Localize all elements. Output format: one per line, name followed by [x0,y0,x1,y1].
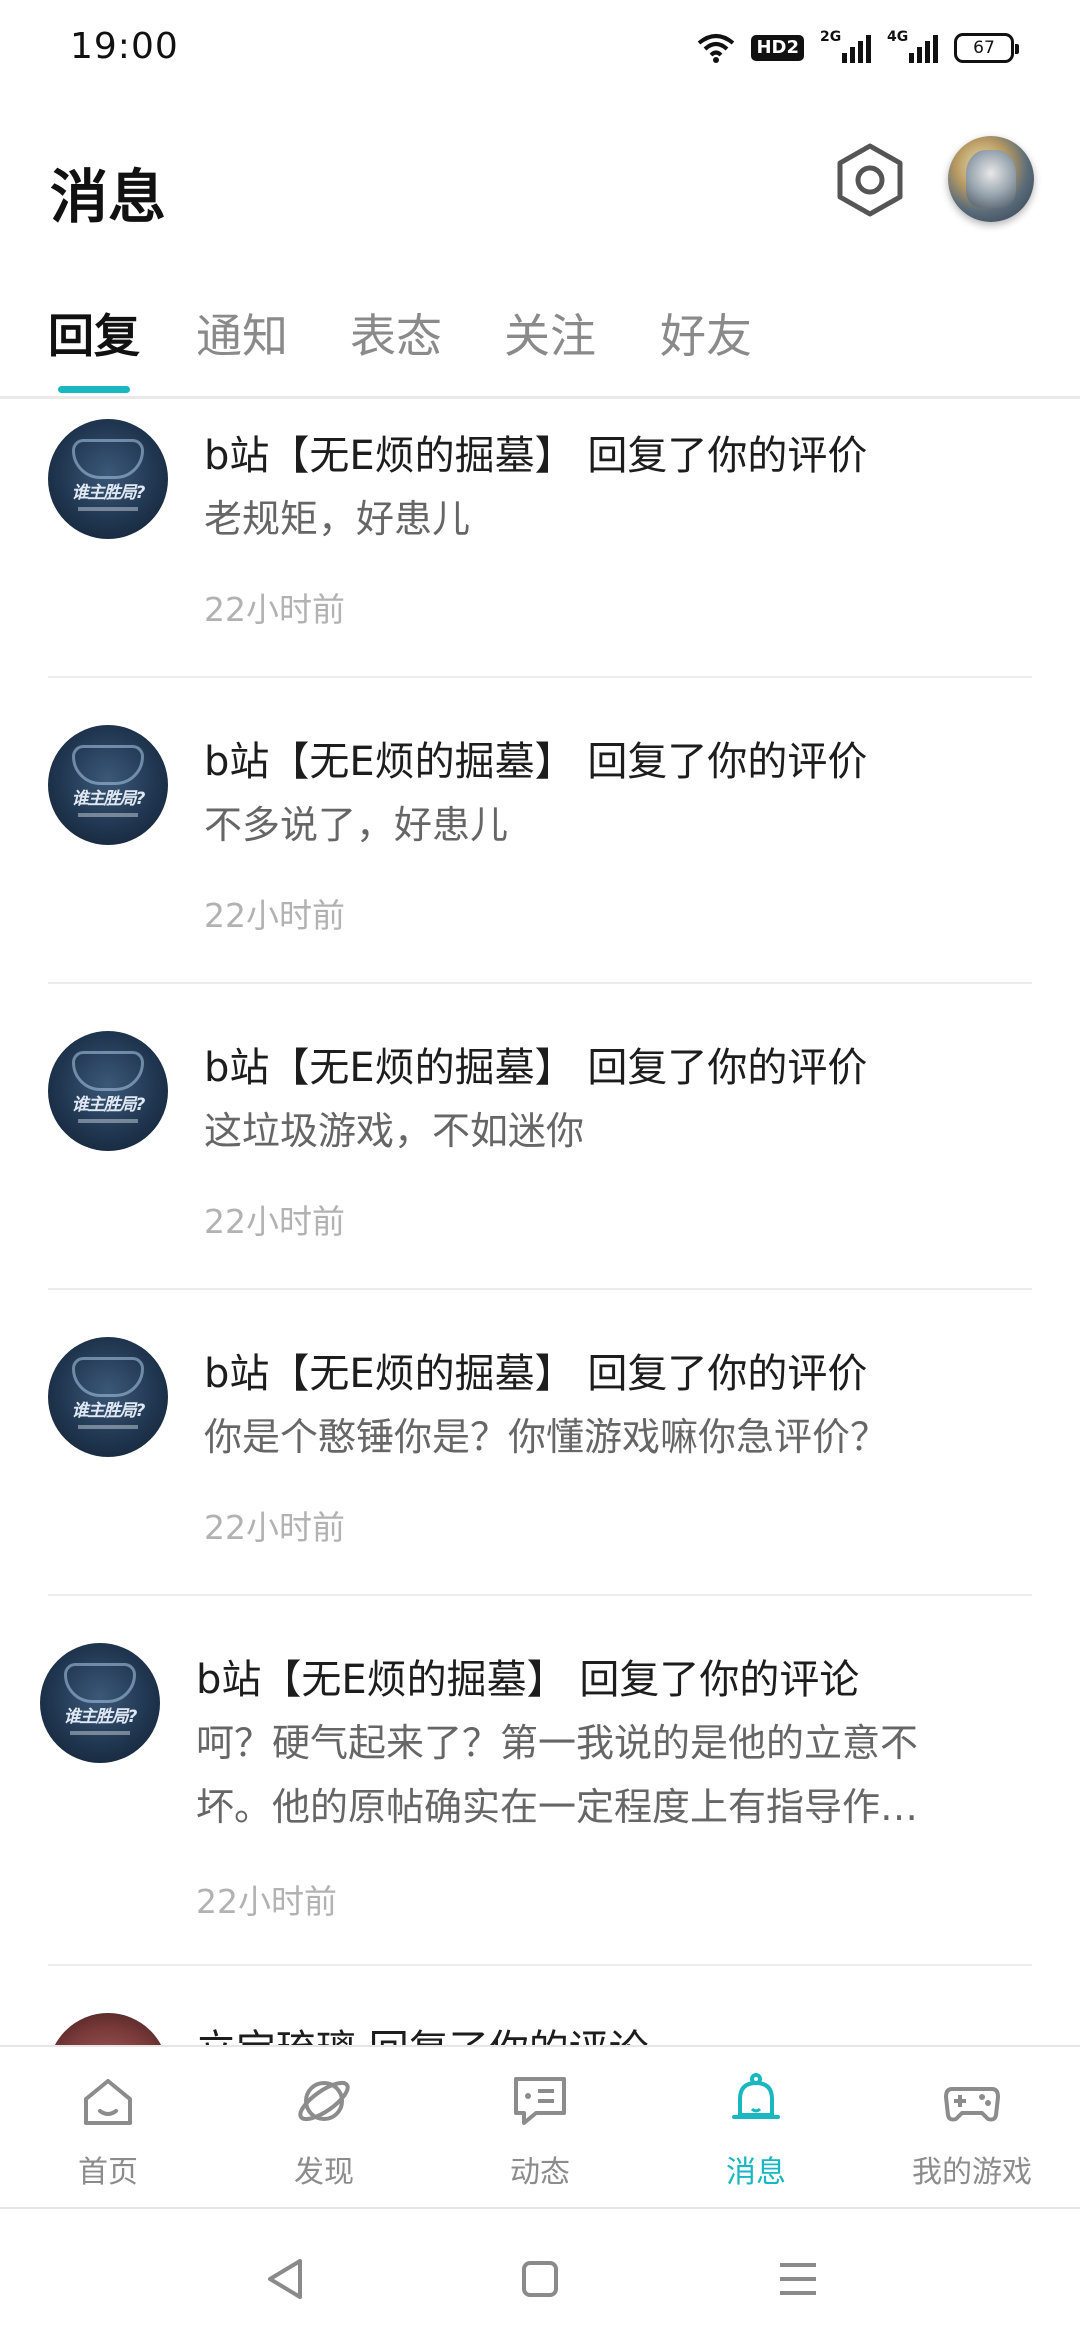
sender-avatar[interactable]: 谁主胜局? [40,1643,160,1763]
sender-avatar[interactable] [48,2013,168,2045]
chat-bubble-icon [514,2077,566,2125]
hd-badge: HD2 [751,35,804,61]
nav-messages[interactable]: 消息 [648,2047,864,2209]
message-body-line-1: 呵？硬气起来了？第一我说的是他的立意不 [196,1721,919,1765]
bottom-nav: 首页 发现 动态 消息 我的游戏 [0,2045,1080,2207]
avatar-badge-text: 谁主胜局? [71,789,146,809]
message-body: 这垃圾游戏，不如迷你 [204,1109,585,1153]
sender-avatar[interactable]: 谁主胜局? [48,1337,168,1457]
message-body: 老规矩，好患儿 [204,497,471,541]
message-title: b站【无E烦的掘墓】 回复了你的评价 [204,1351,868,1397]
nav-home[interactable]: 首页 [0,2047,216,2209]
avatar-badge-text: 谁主胜局? [71,483,146,503]
signal-4g-icon: 4G [887,29,938,63]
avatar-badge-text: 谁主胜局? [71,1095,146,1115]
signal-2g-icon: 2G [820,29,871,63]
tab-indicator [58,386,130,393]
message-title: b站【无E烦的掘墓】 回复了你的评论 [196,1657,860,1703]
list-divider [48,676,1032,678]
signal-4g-label: 4G [887,29,909,45]
nav-discover[interactable]: 发现 [216,2047,432,2209]
message-item[interactable]: 谁主胜局? b站【无E烦的掘墓】 回复了你的评论 呵？硬气起来了？第一我说的是他… [0,1597,1080,1967]
system-nav [0,2209,1080,2340]
planet-icon [298,2080,350,2122]
message-time: 22小时前 [204,896,345,935]
message-time: 22小时前 [196,1882,337,1921]
home-icon [84,2079,132,2125]
page-title: 消息 [50,163,167,231]
menu-lines-icon[interactable] [768,2249,828,2309]
battery-icon: 67 [954,33,1019,63]
sender-avatar[interactable]: 谁主胜局? [48,419,168,539]
settings-button[interactable] [830,140,910,220]
sender-avatar[interactable]: 谁主胜局? [48,1031,168,1151]
avatar-badge-text: 谁主胜局? [71,1401,146,1421]
avatar-figure [966,150,1016,208]
tab-reaction[interactable]: 表态 [350,300,442,366]
message-body: 你是个憨锤你是？你懂游戏嘛你急评价？ [204,1415,889,1459]
signal-2g-label: 2G [820,29,842,45]
tab-follow[interactable]: 关注 [504,300,596,366]
nav-messages-label: 消息 [726,2155,786,2190]
home-square-icon[interactable] [510,2249,570,2309]
sender-avatar[interactable]: 谁主胜局? [48,725,168,845]
nav-my-games[interactable]: 我的游戏 [864,2047,1080,2209]
status-time: 19:00 [70,26,179,67]
message-item[interactable]: 谁主胜局? b站【无E烦的掘墓】 回复了你的评价 老规矩，好患儿 22小时前 [0,399,1080,679]
tab-notice[interactable]: 通知 [196,300,288,366]
nav-discover-label: 发现 [294,2155,354,2190]
message-time: 22小时前 [204,1508,345,1547]
avatar-badge-text: 谁主胜局? [63,1707,138,1727]
battery-level: 67 [973,38,995,58]
message-title: b站【无E烦的掘墓】 回复了你的评价 [204,433,868,479]
status-bar: 19:00 HD2 2G 4G 67 [0,0,1080,96]
status-icons: HD2 2G 4G 67 [697,29,1019,66]
message-time: 22小时前 [204,1202,345,1241]
message-title: b站【无E烦的掘墓】 回复了你的评价 [204,1045,868,1091]
back-triangle-icon[interactable] [258,2249,318,2309]
hexagon-gear-icon [837,143,903,217]
wifi-icon [698,34,735,63]
user-avatar[interactable] [948,136,1034,222]
nav-feed-label: 动态 [510,2155,570,2190]
nav-home-label: 首页 [78,2155,138,2190]
message-list: 谁主胜局? b站【无E烦的掘墓】 回复了你的评价 老规矩，好患儿 22小时前 谁… [0,399,1080,2045]
message-title: 立宝琉璃 回复了你的评论 [196,2017,649,2045]
nav-my-games-label: 我的游戏 [912,2155,1032,2190]
message-body: 不多说了，好患儿 [204,803,509,847]
message-time: 22小时前 [204,590,345,629]
message-body-line-2: 坏。他的原帖确实在一定程度上有指导作… [196,1785,919,1829]
message-item[interactable]: 谁主胜局? b站【无E烦的掘墓】 回复了你的评价 这垃圾游戏，不如迷你 22小时… [0,985,1080,1291]
message-tabs: 回复 通知 表态 关注 好友 [0,290,1080,400]
gamepad-icon [944,2087,1000,2122]
message-item[interactable]: 谁主胜局? b站【无E烦的掘墓】 回复了你的评价 不多说了，好患儿 22小时前 [0,679,1080,985]
nav-feed[interactable]: 动态 [432,2047,648,2209]
tab-friends[interactable]: 好友 [660,300,752,366]
tab-reply[interactable]: 回复 [48,300,140,366]
list-divider [48,1594,1032,1596]
list-divider [48,1288,1032,1290]
list-divider [48,1964,1032,1966]
bell-icon [732,2073,780,2119]
message-item[interactable]: 立宝琉璃 回复了你的评论 [0,1967,1080,2045]
message-item[interactable]: 谁主胜局? b站【无E烦的掘墓】 回复了你的评价 你是个憨锤你是？你懂游戏嘛你急… [0,1291,1080,1597]
message-title: b站【无E烦的掘墓】 回复了你的评价 [204,739,868,785]
list-divider [48,982,1032,984]
